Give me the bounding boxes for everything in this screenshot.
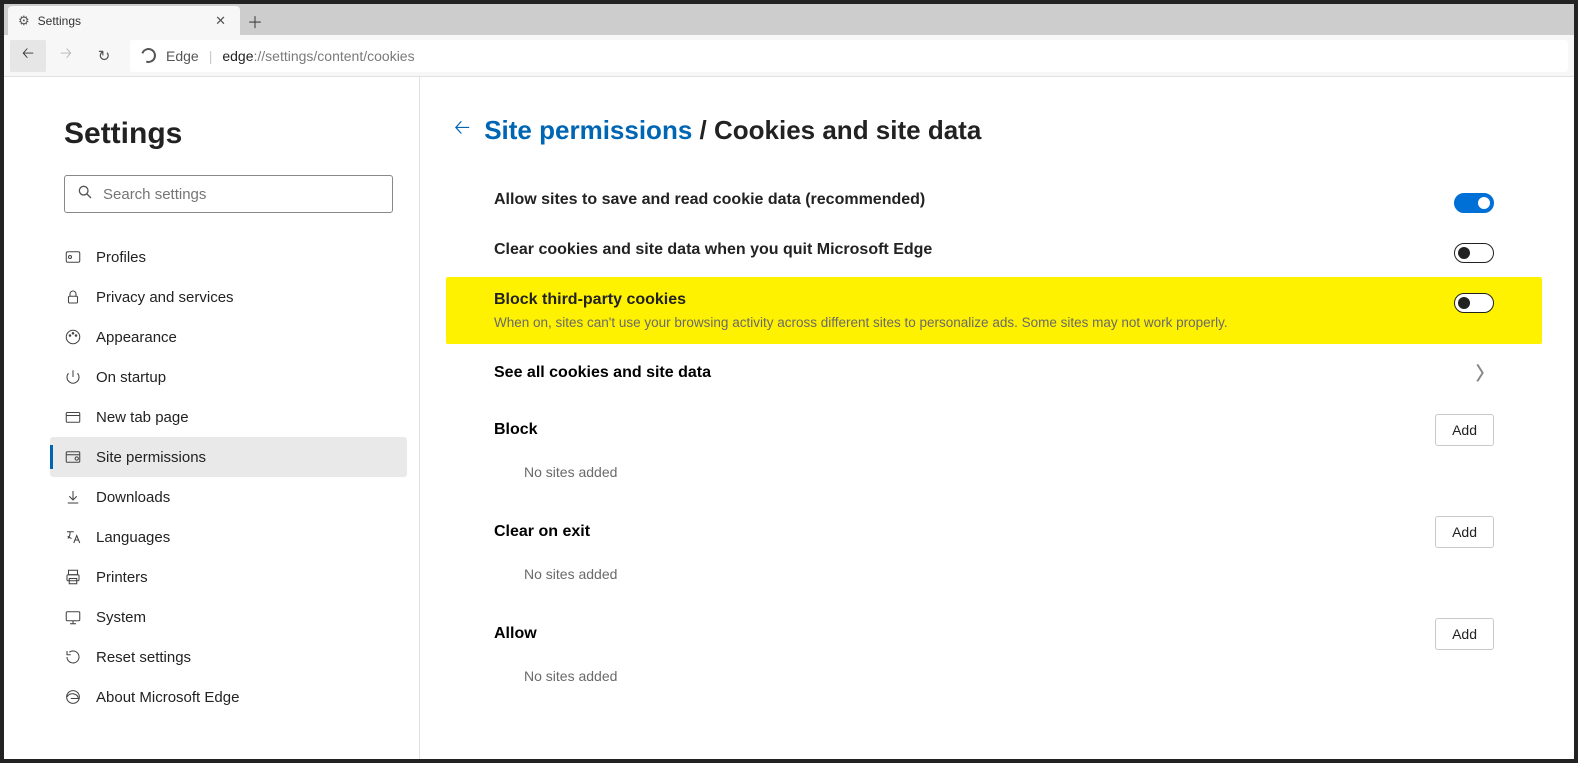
setting-allow-cookies: Allow sites to save and read cookie data…: [454, 177, 1524, 227]
new-tab-button[interactable]: ＋: [240, 6, 270, 35]
forward-button: 🡢: [48, 40, 84, 72]
section-allow: Allow Add No sites added: [454, 606, 1524, 708]
breadcrumb-current: Cookies and site data: [714, 115, 981, 145]
card-icon: [64, 248, 82, 266]
breadcrumb-parent[interactable]: Site permissions: [484, 115, 692, 145]
sidebar-item-label: Appearance: [96, 329, 177, 346]
palette-icon: [64, 328, 82, 346]
sidebar-item-downloads[interactable]: Downloads: [50, 477, 407, 517]
power-icon: [64, 368, 82, 386]
sidebar-item-label: About Microsoft Edge: [96, 689, 239, 706]
breadcrumb-back-icon[interactable]: 🡠: [454, 113, 470, 147]
sidebar-item-reset-settings[interactable]: Reset settings: [50, 637, 407, 677]
toggle-clear-on-quit[interactable]: [1454, 243, 1494, 263]
toggle-allow-cookies[interactable]: [1454, 193, 1494, 213]
toolbar: 🡠 🡢 ↻ Edge | edge://settings/content/coo…: [4, 35, 1574, 77]
section-clear-on-exit: Clear on exit Add No sites added: [454, 504, 1524, 606]
setting-block-third-party: Block third-party cookies When on, sites…: [446, 277, 1542, 344]
address-url: edge://settings/content/cookies: [222, 48, 414, 64]
sidebar-item-label: Downloads: [96, 489, 170, 506]
lock-icon: [64, 288, 82, 306]
perm-icon: [64, 448, 82, 466]
close-tab-icon[interactable]: ✕: [211, 13, 230, 29]
reset-icon: [64, 648, 82, 666]
section-block: Block Add No sites added: [454, 402, 1524, 504]
sidebar-item-label: Site permissions: [96, 449, 206, 466]
sidebar-item-label: New tab page: [96, 409, 189, 426]
sidebar-item-label: Printers: [96, 569, 148, 586]
see-all-cookies[interactable]: See all cookies and site data 〉: [454, 344, 1524, 402]
sidebar-nav: Profiles Privacy and services Appearance On…: [64, 237, 393, 717]
breadcrumb: 🡠 Site permissions / Cookies and site da…: [454, 113, 1524, 147]
back-button[interactable]: 🡠: [10, 40, 46, 72]
sidebar-item-on-startup[interactable]: On startup: [50, 357, 407, 397]
toggle-block-third-party[interactable]: [1454, 293, 1494, 313]
sidebar-item-about-microsoft-edge[interactable]: About Microsoft Edge: [50, 677, 407, 717]
address-bar[interactable]: Edge | edge://settings/content/cookies: [130, 40, 1568, 72]
lang-icon: [64, 528, 82, 546]
sidebar-item-label: Privacy and services: [96, 289, 234, 306]
add-block-site-button[interactable]: Add: [1435, 414, 1494, 446]
titlebar: ⚙ Settings ✕ ＋: [4, 4, 1574, 35]
sidebar-item-appearance[interactable]: Appearance: [50, 317, 407, 357]
sidebar-item-privacy-and-services[interactable]: Privacy and services: [50, 277, 407, 317]
refresh-button[interactable]: ↻: [86, 40, 122, 72]
browser-tab[interactable]: ⚙ Settings ✕: [8, 6, 240, 35]
tab-title: Settings: [38, 14, 203, 28]
sidebar-item-site-permissions[interactable]: Site permissions: [50, 437, 407, 477]
edge-icon: [139, 46, 159, 66]
edge-icon: [64, 688, 82, 706]
sidebar-item-label: Languages: [96, 529, 170, 546]
sidebar-item-profiles[interactable]: Profiles: [50, 237, 407, 277]
sidebar-item-label: Profiles: [96, 249, 146, 266]
add-allow-site-button[interactable]: Add: [1435, 618, 1494, 650]
search-settings[interactable]: [64, 175, 393, 213]
sidebar-item-new-tab-page[interactable]: New tab page: [50, 397, 407, 437]
sidebar-item-system[interactable]: System: [50, 597, 407, 637]
sidebar-item-printers[interactable]: Printers: [50, 557, 407, 597]
add-clear-on-exit-button[interactable]: Add: [1435, 516, 1494, 548]
search-input[interactable]: [103, 186, 380, 203]
address-label: Edge: [166, 48, 199, 64]
page-title: Settings: [64, 117, 393, 151]
sidebar: Settings Profiles Privacy and services App…: [4, 77, 420, 759]
download-icon: [64, 488, 82, 506]
main-content: 🡠 Site permissions / Cookies and site da…: [420, 77, 1574, 759]
system-icon: [64, 608, 82, 626]
gear-icon: ⚙: [18, 13, 30, 29]
sidebar-item-languages[interactable]: Languages: [50, 517, 407, 557]
sidebar-item-label: On startup: [96, 369, 166, 386]
sidebar-item-label: Reset settings: [96, 649, 191, 666]
setting-clear-on-quit: Clear cookies and site data when you qui…: [454, 227, 1524, 277]
sidebar-item-label: System: [96, 609, 146, 626]
printer-icon: [64, 568, 82, 586]
search-icon: [77, 184, 93, 205]
chevron-right-icon: 〉: [1476, 360, 1494, 386]
tab-icon: [64, 408, 82, 426]
